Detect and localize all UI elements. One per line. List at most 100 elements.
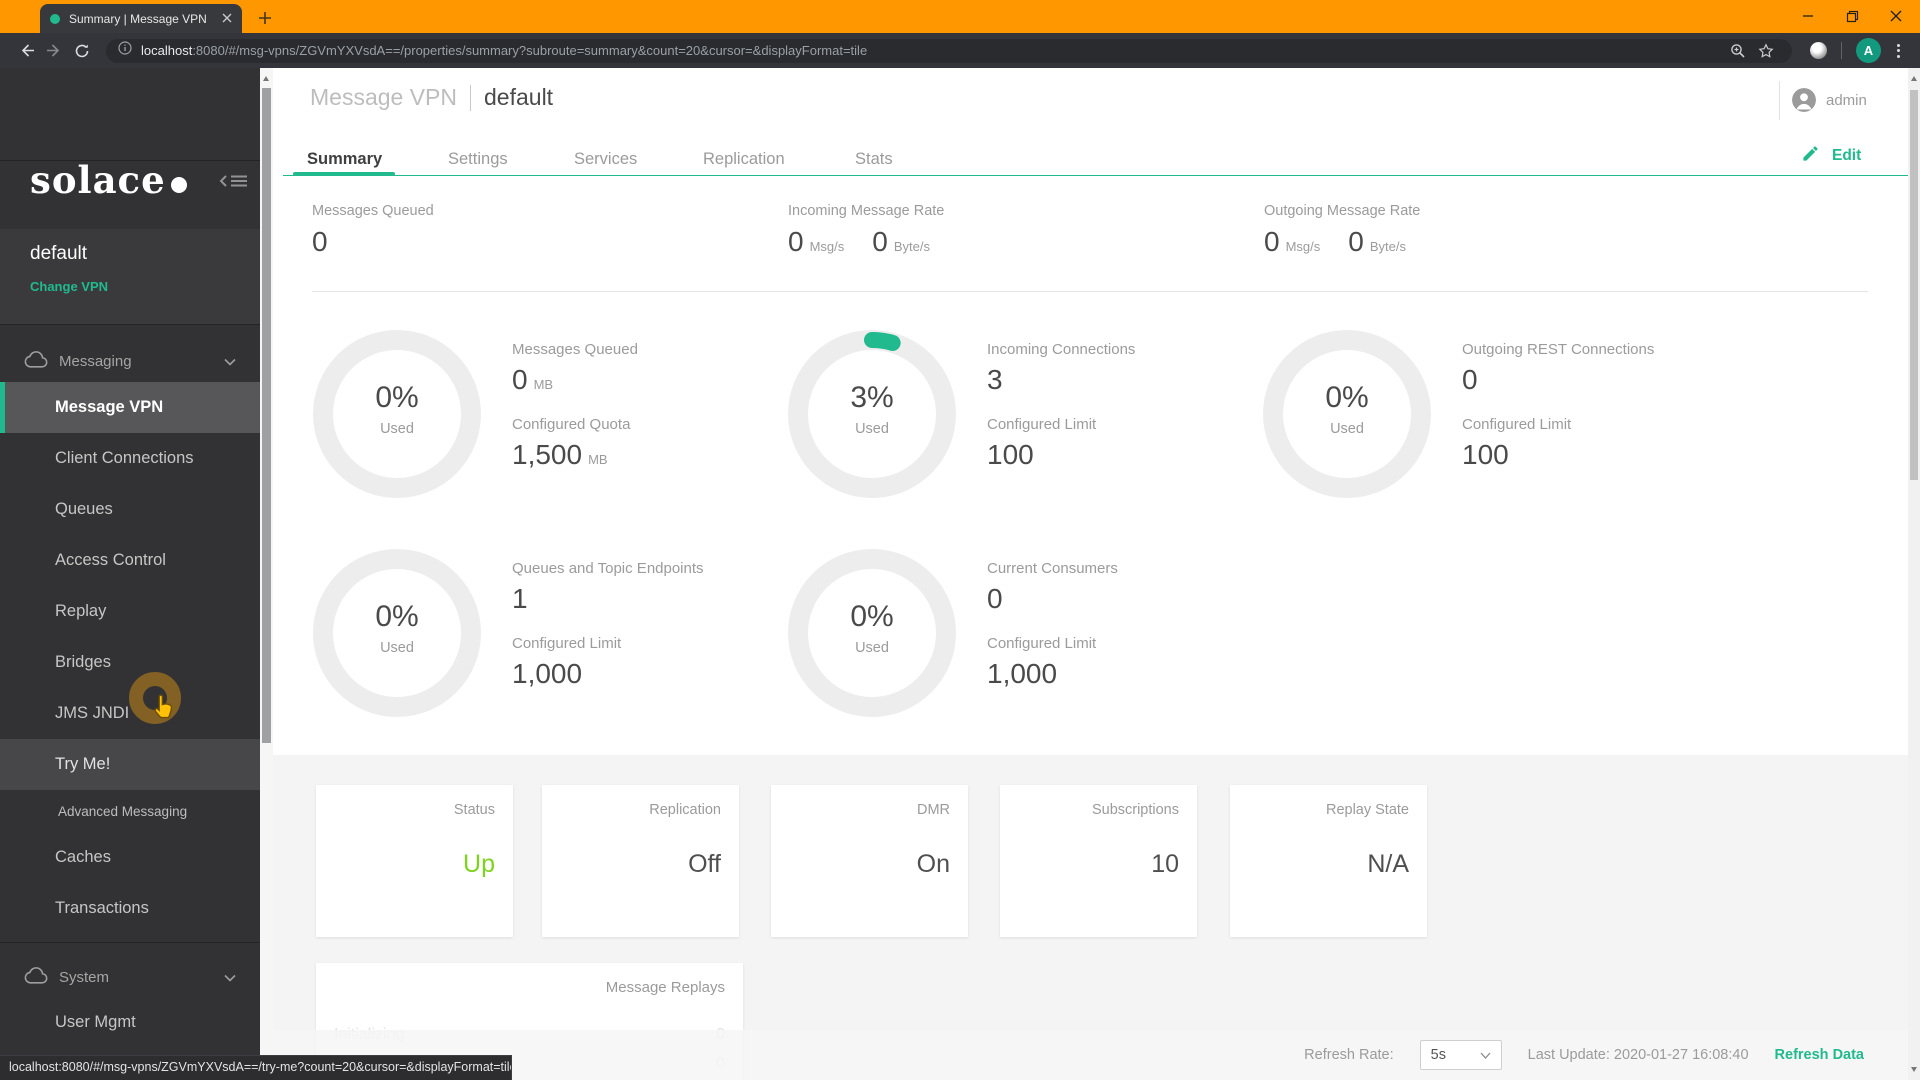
sidebar-item-client-connections[interactable]: Client Connections: [0, 433, 260, 484]
select-chevron-icon: [1480, 1052, 1491, 1059]
gauge-queues-topic-endpoints: 0% Used: [312, 548, 482, 718]
sidebar-divider: [0, 160, 260, 161]
outgoing-rate-label: Outgoing Message Rate: [1264, 203, 1421, 219]
url-host: localhost: [141, 43, 193, 58]
solace-logo: solace: [30, 158, 187, 202]
scroll-up-arrow-icon[interactable]: [263, 76, 269, 81]
subscriptions-value: 10: [1151, 850, 1179, 878]
tab-settings[interactable]: Settings: [448, 150, 508, 169]
system-cloud-icon: [24, 966, 49, 988]
url-text: localhost:8080/#/msg-vpns/ZGVmYXVsdA==/p…: [141, 43, 1724, 58]
breadcrumb: Message VPN: [310, 84, 458, 110]
tab-stats[interactable]: Stats: [855, 150, 893, 169]
extension-icon[interactable]: [1810, 42, 1827, 59]
sidebar-item-caches[interactable]: Caches: [0, 832, 260, 883]
tab-replication[interactable]: Replication: [703, 150, 785, 169]
window-restore-button[interactable]: [1834, 0, 1870, 32]
sidebar-item-transactions[interactable]: Transactions: [0, 883, 260, 934]
browser-tab[interactable]: Summary | Message VPN: [40, 4, 242, 33]
edit-button[interactable]: Edit: [1801, 144, 1861, 168]
chevron-down-icon: [224, 969, 236, 986]
sidebar-item-advanced-messaging[interactable]: Advanced Messaging: [0, 790, 260, 832]
sidebar-section-messaging[interactable]: Messaging: [24, 346, 236, 376]
favicon-icon: [50, 13, 60, 24]
outgoing-rate-values: 0 Msg/s 0 Byte/s: [1264, 226, 1406, 257]
forward-icon[interactable]: [40, 37, 68, 65]
window-close-button[interactable]: [1878, 0, 1914, 32]
sidebar-item-queues[interactable]: Queues: [0, 484, 260, 535]
tile-dmr: DMR On: [771, 785, 968, 937]
sidebar-divider: [0, 942, 260, 943]
sidebar-section-system[interactable]: System: [24, 962, 236, 992]
browser-toolbar: localhost:8080/#/msg-vpns/ZGVmYXVsdA==/p…: [0, 33, 1920, 68]
replication-value: Off: [688, 850, 721, 878]
gauge-messages-queued: 0% Used: [312, 329, 482, 499]
user-divider: [1779, 81, 1780, 120]
main-scrollbar[interactable]: [1908, 68, 1920, 1080]
sidebar-item-try-me[interactable]: Try Me!: [0, 739, 260, 790]
stats-divider: [312, 291, 1868, 292]
sidebar-divider: [0, 324, 260, 325]
bookmark-star-icon[interactable]: [1752, 39, 1780, 63]
scroll-up-arrow-icon[interactable]: [1911, 76, 1917, 81]
sidebar-scrollbar[interactable]: [260, 68, 273, 1080]
message-replays-title: Message Replays: [605, 979, 725, 996]
user-name: admin: [1826, 91, 1867, 109]
sidebar-item-message-vpn[interactable]: Message VPN: [0, 382, 260, 433]
gauge-outgoing-rest-connections: 0% Used: [1262, 329, 1432, 499]
gauge-info-current-consumers: Current Consumers 0 Configured Limit 1,0…: [987, 560, 1118, 689]
incoming-rate-label: Incoming Message Rate: [788, 203, 945, 219]
screen: Summary | Message VPN localhost:8080/#/m…: [0, 0, 1920, 1080]
url-bar[interactable]: localhost:8080/#/msg-vpns/ZGVmYXVsdA==/p…: [106, 38, 1792, 63]
vpn-block: default Change VPN: [0, 229, 260, 324]
scroll-down-arrow-icon[interactable]: [1911, 1067, 1917, 1072]
back-icon[interactable]: [12, 37, 40, 65]
new-tab-button[interactable]: [252, 6, 278, 30]
sidebar-item-access-control[interactable]: Access Control: [0, 535, 260, 586]
status-value: Up: [463, 850, 495, 878]
link-status-bar: localhost:8080/#/msg-vpns/ZGVmYXVsdA==/t…: [0, 1055, 512, 1080]
title-separator: [470, 84, 472, 111]
sidebar-item-replay[interactable]: Replay: [0, 586, 260, 637]
pencil-icon: [1801, 144, 1820, 168]
hand-cursor-icon: [151, 693, 177, 728]
toolbar-divider: [1841, 42, 1842, 59]
refresh-rate-select[interactable]: 5s: [1419, 1040, 1502, 1070]
sidebar-collapse-icon[interactable]: [216, 166, 252, 196]
zoom-page-icon[interactable]: [1724, 39, 1752, 63]
last-update-text: Last Update: 2020-01-27 16:08:40: [1527, 1047, 1749, 1063]
cloud-icon: [24, 350, 49, 372]
tab-summary[interactable]: Summary: [307, 150, 382, 169]
browser-menu-icon[interactable]: [1889, 43, 1908, 58]
replay-state-value: N/A: [1367, 850, 1409, 878]
sidebar-item-user-mgmt[interactable]: User Mgmt: [0, 997, 260, 1048]
dmr-value: On: [916, 850, 950, 878]
profile-avatar[interactable]: A: [1856, 38, 1881, 63]
tab-close-icon[interactable]: [222, 10, 232, 28]
page-title: Message VPN default: [310, 84, 553, 111]
browser-tab-title: Summary | Message VPN: [69, 11, 207, 26]
chevron-down-icon: [224, 353, 236, 370]
incoming-rate-values: 0 Msg/s 0 Byte/s: [788, 226, 930, 257]
user-menu[interactable]: admin: [1792, 88, 1867, 112]
sidebar-item-bridges[interactable]: Bridges: [0, 637, 260, 688]
messages-queued-value: 0: [312, 226, 328, 257]
refresh-footer: Refresh Rate: 5s Last Update: 2020-01-27…: [273, 1030, 1908, 1080]
sidebar: solace default Change VPN Messaging Mess…: [0, 68, 260, 1080]
user-avatar-icon: [1792, 88, 1816, 112]
refresh-data-link[interactable]: Refresh Data: [1775, 1047, 1864, 1063]
change-vpn-link[interactable]: Change VPN: [30, 279, 108, 294]
gauge-current-consumers: 0% Used: [787, 548, 957, 718]
browser-titlebar: Summary | Message VPN: [0, 0, 1920, 33]
main-scrollbar-thumb[interactable]: [1910, 90, 1918, 480]
sidebar-scrollbar-thumb[interactable]: [262, 88, 271, 743]
url-rest: :8080/#/msg-vpns/ZGVmYXVsdA==/properties…: [192, 43, 868, 58]
tile-status: Status Up: [316, 785, 513, 937]
gauge-incoming-connections: 3% Used: [787, 329, 957, 499]
page-info-icon[interactable]: [118, 41, 132, 60]
reload-icon[interactable]: [68, 37, 96, 65]
window-minimize-button[interactable]: [1790, 0, 1826, 32]
tile-subscriptions: Subscriptions 10: [1000, 785, 1197, 937]
tab-services[interactable]: Services: [574, 150, 637, 169]
current-vpn-name: default: [30, 243, 88, 264]
